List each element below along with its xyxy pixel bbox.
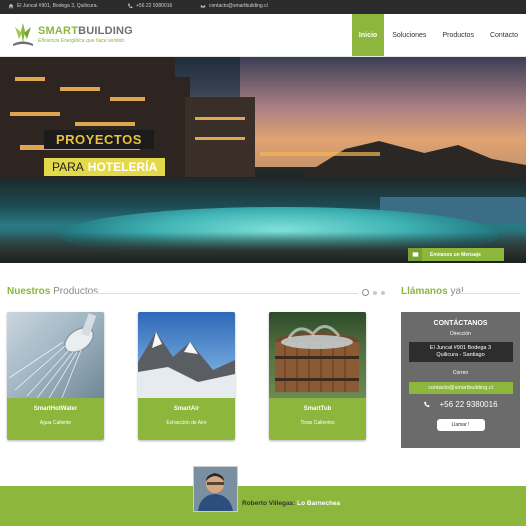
top-info-bar: El Juncal #901, Bodega 3, Quilicura. +56… xyxy=(0,0,526,14)
hero-window xyxy=(60,87,100,91)
nav-item-contacto[interactable]: Contacto xyxy=(482,14,526,56)
topbar-email[interactable]: contacto@smartbuilding.cl xyxy=(200,3,268,9)
product-title: SmartAir xyxy=(173,406,200,412)
contact-section-title: Llámanos ya! xyxy=(401,286,464,297)
topbar-phone: +56 22 9380016 xyxy=(127,3,172,9)
shower-head-image xyxy=(7,312,104,398)
site-header: SMARTBUILDING Eficiencia Energética que … xyxy=(0,14,526,57)
carousel-dot[interactable] xyxy=(362,289,369,296)
contact-heading: CONTÁCTANOS xyxy=(433,320,488,327)
nav-item-soluciones[interactable]: Soluciones xyxy=(384,14,434,56)
hero-window xyxy=(195,137,245,140)
carousel-dot[interactable] xyxy=(381,290,385,295)
hero-window xyxy=(10,112,60,116)
product-card-smarttub[interactable]: SmartTub Tinas Calientes xyxy=(269,312,366,440)
avatar xyxy=(193,466,238,512)
products-section-title: Nuestros Productos xyxy=(7,286,99,297)
contact-panel: CONTÁCTANOS Dirección El Juncal #901 Bod… xyxy=(401,312,520,448)
carousel-dots xyxy=(362,289,385,296)
logo[interactable]: SMARTBUILDING Eficiencia Energética que … xyxy=(12,21,133,49)
product-subtitle: Agua Caliente xyxy=(39,420,72,426)
call-button[interactable]: Llamar ! xyxy=(436,419,485,432)
logo-title: SMARTBUILDING xyxy=(38,25,133,37)
product-title: SmartHotWater xyxy=(33,406,78,412)
product-subtitle: Tinas Calientes xyxy=(300,420,335,426)
person-photo xyxy=(194,467,237,511)
nav-item-inicio[interactable]: Inicio xyxy=(351,14,385,56)
hero-window xyxy=(195,117,245,120)
address-box: El Juncal #901 Bodega 3 Quilicura - Sant… xyxy=(408,342,513,363)
address-label: Dirección xyxy=(450,331,471,337)
product-title: SmartTub xyxy=(303,406,332,412)
address-line: Quilicura - Santiago xyxy=(436,352,485,359)
divider xyxy=(459,293,520,294)
shower-icon xyxy=(8,313,97,398)
topbar-address: El Juncal #901, Bodega 3, Quilicura. xyxy=(8,3,98,9)
hot-tub-image xyxy=(269,312,366,398)
nav-item-productos[interactable]: Productos xyxy=(434,14,482,56)
address-line: El Juncal #901 Bodega 3 xyxy=(429,345,492,351)
contact-phone: +56 22 9380016 xyxy=(401,400,520,409)
hero-title-line2: PARA HOTELERÍA xyxy=(44,158,166,176)
divider xyxy=(90,293,358,294)
hot-tub-icon xyxy=(275,325,359,392)
hero-window xyxy=(15,77,45,81)
hero-window xyxy=(75,122,135,126)
send-message-button[interactable]: Envíanos un Mensaje xyxy=(408,248,504,261)
carousel-dot[interactable] xyxy=(373,290,377,295)
product-card-smarthotwater[interactable]: SmartHotWater Agua Caliente xyxy=(7,312,104,440)
product-subtitle: Extracción de Aire xyxy=(166,420,207,426)
home-icon xyxy=(8,3,14,9)
hero-title-line1: PROYECTOS xyxy=(44,130,154,149)
building-logo-icon xyxy=(13,23,33,46)
logo-tagline: Eficiencia Energética que hace sentido xyxy=(38,38,125,44)
contact-email-link[interactable]: contacto@smartbuilding.cl xyxy=(408,382,513,395)
hero-window xyxy=(260,152,380,156)
mail-icon xyxy=(200,3,206,9)
mountain-image xyxy=(138,312,235,398)
mail-icon xyxy=(408,248,422,261)
phone-icon xyxy=(424,401,430,408)
main-nav: Inicio Soluciones Productos Contacto xyxy=(351,14,526,56)
phone-icon xyxy=(128,3,133,9)
email-label: Correo xyxy=(452,370,469,377)
testimonial-author: Roberto Villegas: Lo Barnechea xyxy=(242,500,341,507)
product-card-smartair[interactable]: SmartAir Extracción de Aire xyxy=(138,312,235,440)
hero-window xyxy=(110,97,145,101)
mountain-icon xyxy=(138,332,235,398)
